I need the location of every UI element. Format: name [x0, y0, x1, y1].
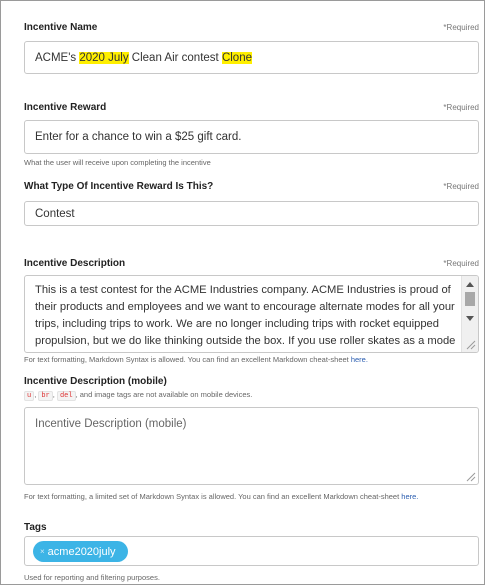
incentive-name-text-2: Clean Air contest [128, 51, 222, 64]
incentive-name-highlight-clone: Clone [221, 51, 252, 64]
mobile-help-text: For text formatting, a limited set of Ma… [24, 492, 402, 501]
mobile-description-textarea[interactable]: Incentive Description (mobile) [24, 407, 479, 485]
description-help-text: For text formatting, Markdown Syntax is … [24, 355, 351, 364]
scroll-thumb[interactable] [465, 292, 475, 306]
mobile-description-label: Incentive Description (mobile) [24, 376, 167, 387]
incentive-description-help: For text formatting, Markdown Syntax is … [24, 355, 368, 364]
incentive-name-highlight-date: 2020 July [79, 51, 129, 64]
mobile-description-note: u, br, del, and image tags are not avail… [24, 390, 253, 401]
incentive-reward-help: What the user will receive upon completi… [24, 158, 211, 167]
incentive-description-value: This is a test contest for the ACME Indu… [35, 284, 456, 347]
incentive-description-label: Incentive Description [24, 258, 126, 269]
incentive-reward-input[interactable]: Enter for a chance to win a $25 gift car… [24, 120, 479, 154]
incentive-name-text-1: ACME's [35, 51, 80, 64]
mobile-description-placeholder: Incentive Description (mobile) [35, 418, 187, 430]
code-tag-del: del [56, 391, 76, 401]
incentive-description-header: Incentive Description *Required [24, 258, 479, 269]
scroll-up-icon[interactable] [466, 282, 474, 287]
markdown-cheatsheet-link-mobile[interactable]: here. [401, 492, 418, 501]
resize-grip-icon[interactable] [466, 340, 476, 350]
incentive-name-header: Incentive Name *Required [24, 22, 479, 33]
incentive-reward-value: Enter for a chance to win a $25 gift car… [35, 131, 242, 143]
incentive-description-textarea[interactable]: This is a test contest for the ACME Indu… [24, 275, 479, 353]
code-tag-u: u [24, 391, 35, 401]
incentive-name-required: *Required [443, 23, 479, 32]
tag-label: acme2020july [47, 545, 116, 558]
code-tag-br: br [38, 391, 53, 401]
mobile-description-help: For text formatting, a limited set of Ma… [24, 492, 418, 501]
incentive-reward-required: *Required [443, 103, 479, 112]
tag-chip[interactable]: × acme2020july [33, 541, 128, 562]
mobile-note-text: , and image tags are not available on mo… [75, 390, 253, 399]
reward-type-label: What Type Of Incentive Reward Is This? [24, 181, 214, 192]
tags-label: Tags [24, 522, 47, 533]
reward-type-required: *Required [443, 182, 479, 191]
incentive-name-label: Incentive Name [24, 22, 98, 33]
incentive-form: Incentive Name *Required ACME's 2020 Jul… [0, 0, 485, 585]
reward-type-header: What Type Of Incentive Reward Is This? *… [24, 181, 479, 192]
incentive-name-input[interactable]: ACME's 2020 July Clean Air contest Clone [24, 41, 479, 74]
mobile-description-header: Incentive Description (mobile) [24, 371, 479, 389]
tags-help: Used for reporting and filtering purpose… [24, 573, 160, 582]
resize-grip-icon[interactable] [466, 472, 476, 482]
tags-header: Tags [24, 517, 479, 535]
tag-remove-icon[interactable]: × [40, 547, 45, 556]
reward-type-field[interactable]: Contest [24, 201, 479, 226]
incentive-description-required: *Required [443, 259, 479, 268]
markdown-cheatsheet-link[interactable]: here. [351, 355, 368, 364]
incentive-reward-header: Incentive Reward *Required [24, 102, 479, 113]
tags-input[interactable]: × acme2020july [24, 536, 479, 566]
reward-type-value: Contest [35, 207, 75, 220]
incentive-reward-label: Incentive Reward [24, 102, 107, 113]
scroll-down-icon[interactable] [466, 316, 474, 321]
